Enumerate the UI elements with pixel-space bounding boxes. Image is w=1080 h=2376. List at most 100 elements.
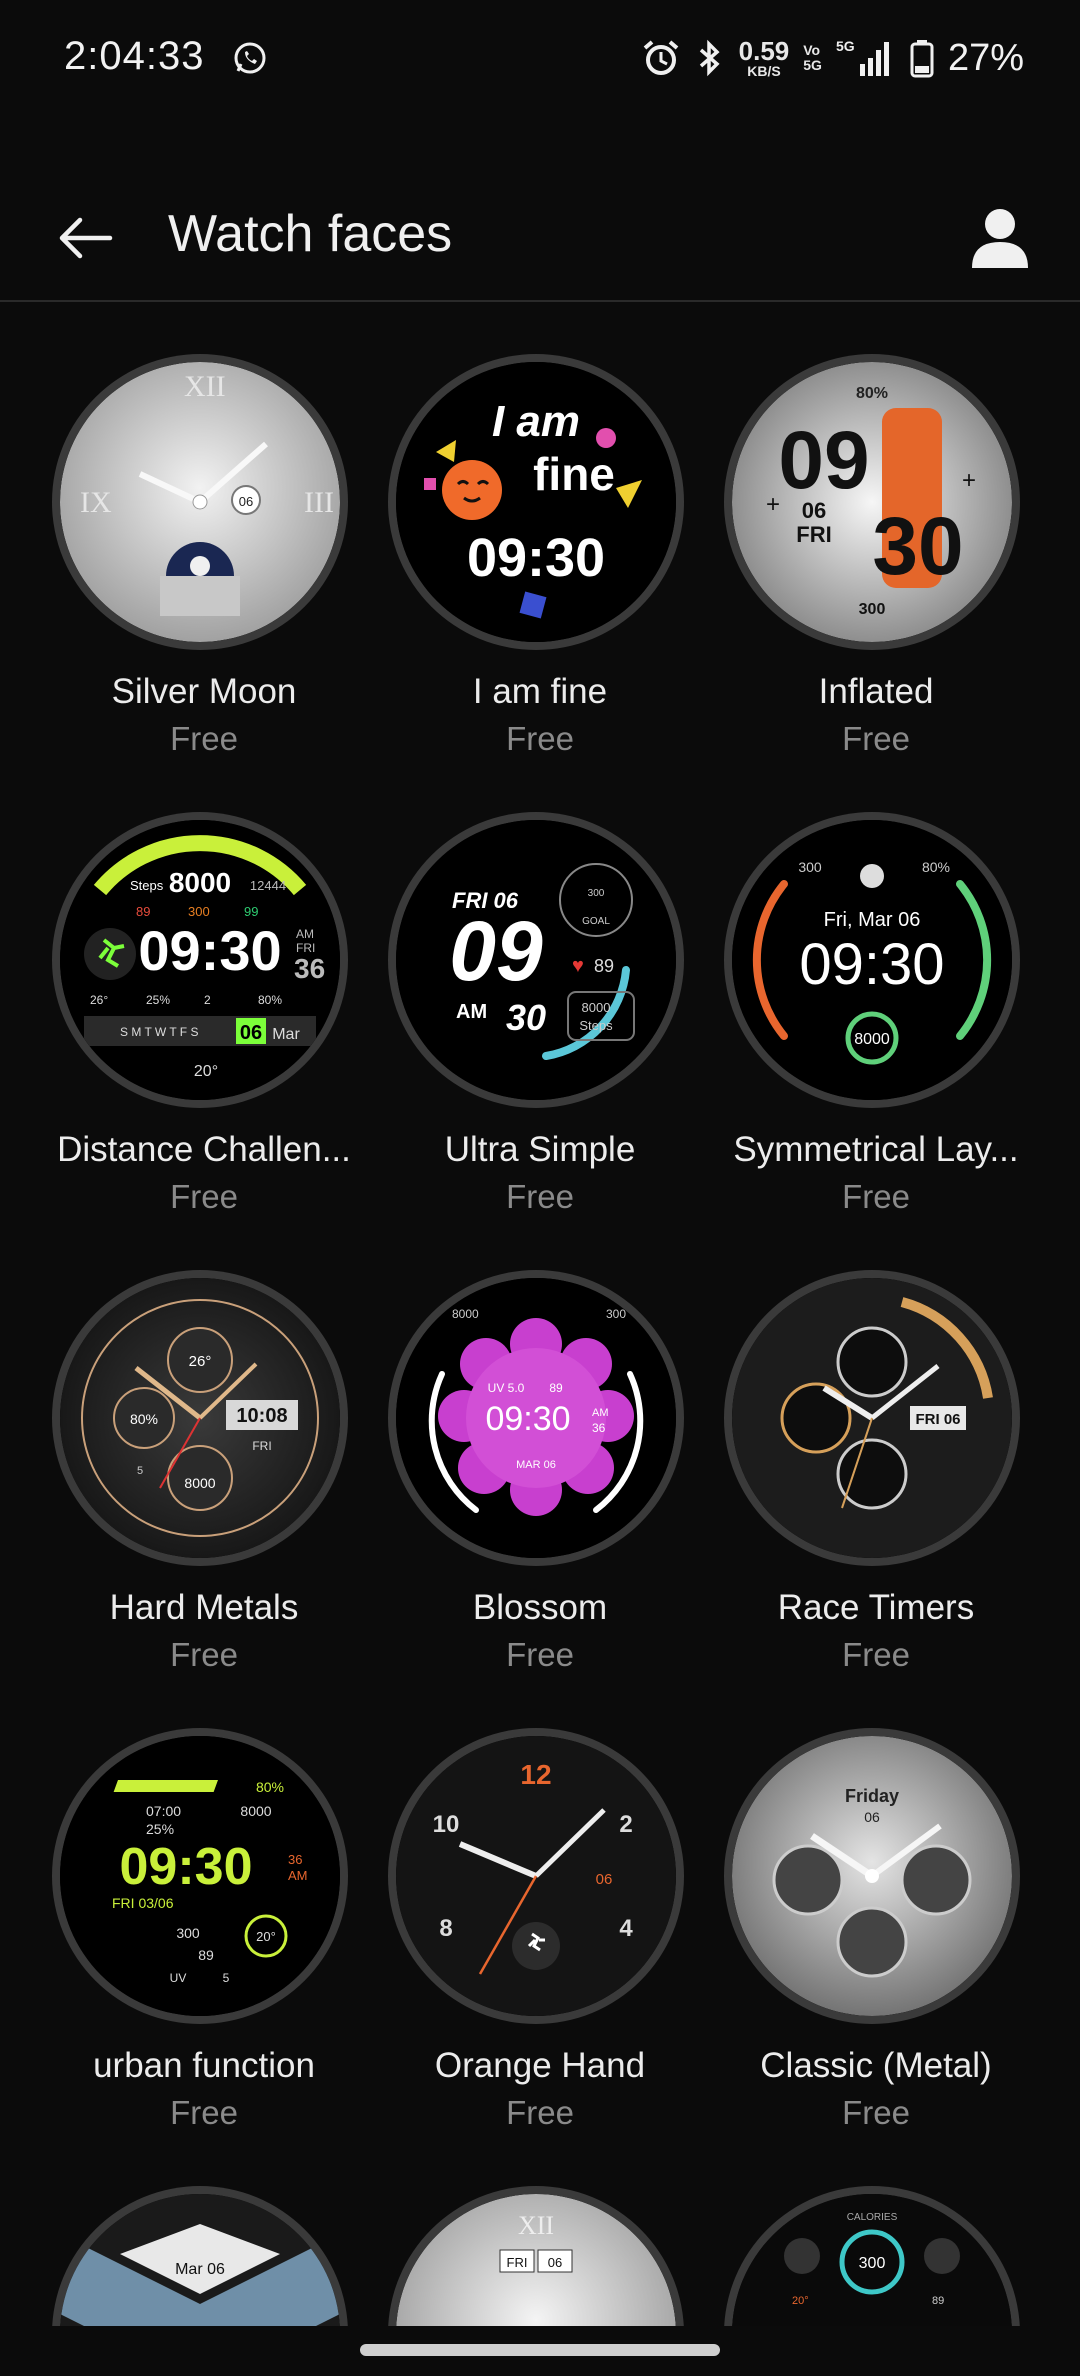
- watch-face-name: Symmetrical Lay...: [733, 1130, 1019, 1169]
- ultra-steps: 8000: [582, 1000, 611, 1015]
- partial-face-1: Mar 06: [60, 2194, 340, 2330]
- watch-face-name: Blossom: [472, 1588, 608, 1627]
- sym-time: 09:30: [799, 932, 944, 997]
- svg-text:III: III: [304, 486, 334, 519]
- blossom-kcal: 300: [606, 1307, 626, 1321]
- battery-percent: 27%: [947, 36, 1024, 79]
- distance-hr: 89: [136, 904, 150, 919]
- watch-face-name: Silver Moon: [111, 672, 297, 711]
- urban-humidity: 25%: [146, 1821, 174, 1837]
- partial3-label: CALORIES: [847, 2212, 898, 2223]
- inflated-battery: 80%: [856, 385, 888, 402]
- sym-right-top: 80%: [922, 859, 950, 875]
- hm-weekday: FRI: [252, 1439, 271, 1453]
- oh-8: 8: [439, 1915, 452, 1942]
- net-speed: 0.59 KB/S: [739, 38, 790, 78]
- watch-face-frame: 26° 80% 10:08 FRI 8000 5: [52, 1270, 348, 1566]
- back-arrow-icon[interactable]: [48, 202, 120, 274]
- whatsapp-icon: [234, 42, 266, 74]
- urban-time-small: 07:00: [146, 1803, 181, 1819]
- watch-face-frame: FRI 06: [724, 1270, 1020, 1566]
- distance-steps-label: Steps: [130, 878, 164, 893]
- distance-month: Mar: [272, 1026, 300, 1043]
- watch-face-frame: 8000 300 UV 5.0 89 09:30 AM 36 MAR 06: [388, 1270, 684, 1566]
- oh-date: 06: [596, 1871, 613, 1888]
- volte-bottom: 5G: [803, 57, 822, 73]
- distance-temp: 20°: [194, 1063, 218, 1080]
- svg-text:IX: IX: [80, 486, 112, 519]
- ultra-steps-label: Steps: [579, 1018, 613, 1033]
- i-am-fine-line2: fine: [533, 448, 615, 500]
- hard-metals-face: 26° 80% 10:08 FRI 8000 5: [60, 1278, 340, 1558]
- cm-weekday: Friday: [845, 1786, 899, 1806]
- oh-12: 12: [520, 1759, 551, 1790]
- sym-steps: 8000: [854, 1031, 890, 1048]
- race-timers-face: FRI 06: [732, 1278, 1012, 1558]
- ultra-simple-face: 300 GOAL FRI 06 09 AM 30 ♥ 89 8000 Steps: [396, 820, 676, 1100]
- svg-text:+: +: [766, 491, 780, 518]
- home-indicator[interactable]: [360, 2344, 720, 2356]
- partial3-value: 300: [859, 2255, 886, 2272]
- watch-face-name: Race Timers: [777, 1588, 975, 1627]
- app-bar: Watch faces: [0, 180, 1080, 302]
- watch-face-frame: 80% 07:00 8000 25% 09:30 36 AM FRI 03/06…: [52, 1728, 348, 2024]
- watch-face-frame: XII III IX 06: [52, 354, 348, 650]
- svg-text:XII: XII: [518, 2211, 554, 2240]
- oh-2: 2: [619, 1811, 632, 1838]
- blossom-time: 09:30: [485, 1400, 570, 1438]
- oh-10: 10: [433, 1811, 460, 1838]
- net-speed-unit: KB/S: [747, 63, 781, 79]
- distance-kcal: 300: [188, 904, 210, 919]
- hm-battery: 80%: [130, 1411, 158, 1427]
- svg-text:+: +: [962, 467, 976, 494]
- svg-text:♥: ♥: [572, 955, 584, 977]
- inflated-hour: 09: [778, 415, 869, 506]
- partial-face-3: CALORIES 300 20° 89: [732, 2194, 1012, 2330]
- distance-spo: 99: [244, 904, 258, 919]
- watch-face-frame: 300 GOAL FRI 06 09 AM 30 ♥ 89 8000 Steps: [388, 812, 684, 1108]
- distance-date: 06: [240, 1022, 262, 1044]
- watch-face-name: I am fine: [472, 672, 608, 711]
- race-date: FRI 06: [915, 1411, 960, 1428]
- watch-face-frame: 300 80% Fri, Mar 06 09:30 8000: [724, 812, 1020, 1108]
- sym-date: Fri, Mar 06: [824, 909, 921, 931]
- urban-sec: 36: [288, 1852, 302, 1867]
- urban-uv-label: UV: [170, 1971, 187, 1985]
- cm-date: 06: [864, 1809, 880, 1825]
- distance-days: S M T W T F S: [120, 1025, 198, 1039]
- distance-floors: 2: [204, 993, 211, 1007]
- watch-face-price: Free: [170, 1636, 238, 1673]
- watch-face-name: Distance Challen...: [57, 1130, 351, 1169]
- watch-face-name: Ultra Simple: [444, 1130, 636, 1169]
- blossom-ampm: AM: [592, 1407, 609, 1419]
- inflated-steps: 300: [859, 601, 886, 618]
- ultra-ampm: AM: [456, 1001, 487, 1023]
- distance-sec: 36: [294, 953, 325, 984]
- distance-battery: 80%: [258, 993, 282, 1007]
- ultra-hour: 09: [449, 904, 543, 998]
- partial3-hr: 89: [932, 2295, 944, 2307]
- urban-function-face: 80% 07:00 8000 25% 09:30 36 AM FRI 03/06…: [60, 1736, 340, 2016]
- watch-face-frame: 80% 09 30 06 FRI 300 + +: [724, 354, 1020, 650]
- urban-ampm: AM: [288, 1868, 308, 1883]
- watch-face-frame: Mar 06: [52, 2186, 348, 2330]
- silver-moon-face: XII III IX 06: [60, 362, 340, 642]
- watch-face-grid: XII III IX 06 Silver Moon Free I am fine…: [0, 300, 1080, 2330]
- blossom-date: MAR 06: [516, 1459, 556, 1471]
- sym-left-top: 300: [798, 859, 822, 875]
- i-am-fine-face: I am fine 09:30: [396, 362, 676, 642]
- watch-face-price: Free: [842, 1178, 910, 1215]
- svg-text:5G: 5G: [836, 38, 855, 54]
- distance-steps-goal: 12444: [250, 878, 286, 893]
- watch-face-price: Free: [506, 1636, 574, 1673]
- urban-time: 09:30: [120, 1838, 253, 1896]
- person-icon[interactable]: [964, 202, 1036, 274]
- oh-4: 4: [619, 1915, 633, 1942]
- watch-face-frame: CALORIES 300 20° 89: [724, 2186, 1020, 2330]
- watch-face-name: Hard Metals: [109, 1588, 299, 1627]
- watch-face-price: Free: [506, 1178, 574, 1215]
- status-bar: 2:04:33 0.59 KB/S Vo 5G 5G 27%: [0, 0, 1080, 120]
- hm-time: 10:08: [236, 1405, 287, 1427]
- blossom-uv: UV 5.0: [488, 1381, 525, 1395]
- partial3-temp: 20°: [792, 2295, 809, 2307]
